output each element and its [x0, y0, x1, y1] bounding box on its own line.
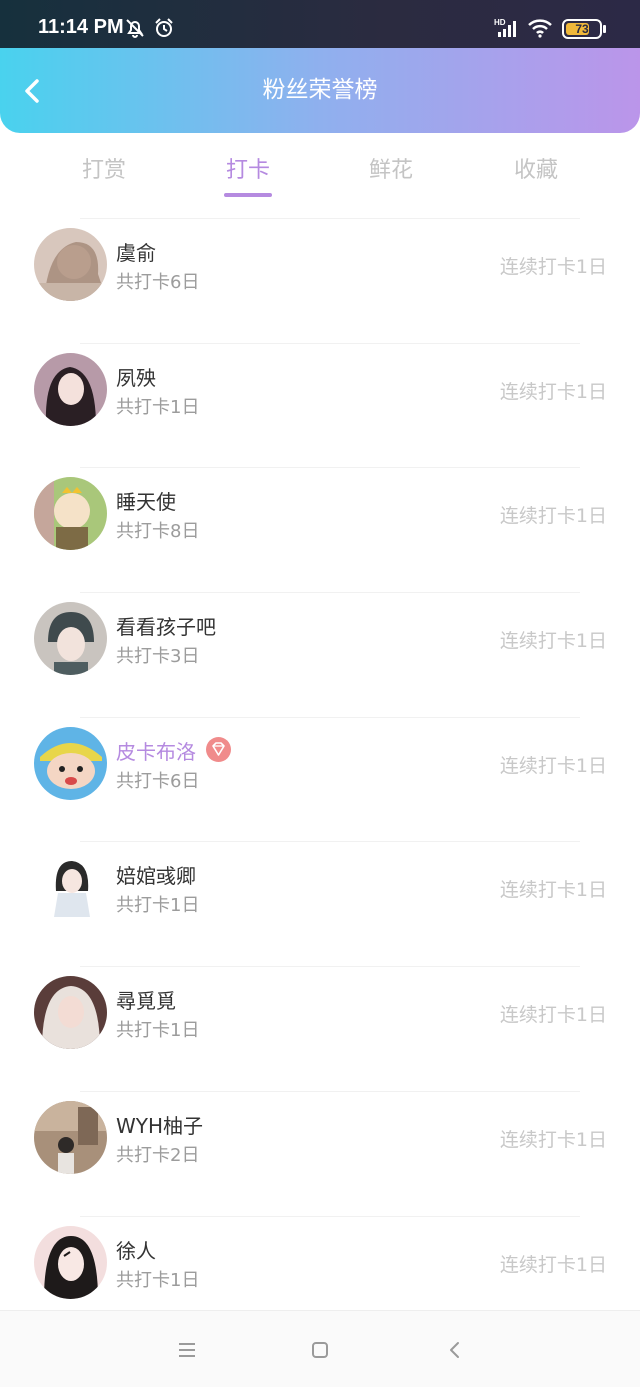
tab-favorites[interactable]: 收藏 — [486, 152, 586, 184]
user-name: 尋覓覓 — [116, 989, 176, 1014]
back-triangle-icon[interactable] — [444, 1339, 466, 1361]
streak-checkins: 连续打卡1日 — [499, 1128, 607, 1151]
list-item[interactable]: 尋覓覓 共打卡1日 连续打卡1日 — [0, 966, 640, 1091]
list-item[interactable]: 虞俞 共打卡6日 连续打卡1日 — [0, 218, 640, 343]
system-nav-bar — [0, 1310, 640, 1387]
active-tab-indicator — [224, 193, 272, 197]
fan-list: 虞俞 共打卡6日 连续打卡1日 夙殃 共打卡1日 连续打卡1日 睡天使 共打卡8… — [0, 218, 640, 1340]
user-name: 徐人 — [116, 1238, 156, 1263]
streak-checkins: 连续打卡1日 — [499, 879, 607, 902]
total-checkins: 共打卡1日 — [116, 396, 200, 418]
battery-text: 73 — [575, 22, 589, 36]
row-divider — [80, 966, 580, 968]
avatar[interactable] — [34, 602, 107, 676]
alarm-icon — [155, 18, 173, 37]
avatar[interactable] — [34, 1100, 107, 1174]
user-name: 虞俞 — [116, 241, 156, 265]
tab-checkin[interactable]: 打卡 — [198, 152, 298, 184]
row-divider — [80, 218, 580, 219]
signal-hd-icon: HD — [494, 18, 516, 37]
avatar[interactable] — [34, 976, 107, 1050]
battery-nub — [603, 25, 606, 33]
tab-flowers[interactable]: 鲜花 — [341, 152, 441, 184]
wifi-icon — [528, 19, 552, 38]
avatar[interactable] — [34, 726, 107, 800]
page-title: 粉丝荣誉榜 — [262, 77, 378, 103]
streak-checkins: 连续打卡1日 — [499, 1004, 607, 1027]
streak-checkins: 连续打卡1日 — [499, 505, 607, 528]
total-checkins: 共打卡6日 — [116, 272, 200, 293]
total-checkins: 共打卡1日 — [116, 1020, 200, 1042]
battery-icon: 73 — [562, 19, 602, 39]
total-checkins: 共打卡1日 — [116, 895, 200, 917]
row-divider — [80, 592, 580, 594]
tab-bar: 打赏 打卡 鲜花 收藏 — [0, 140, 640, 202]
streak-checkins: 连续打卡1日 — [499, 256, 607, 278]
user-name: 睡天使 — [116, 490, 176, 515]
streak-checkins: 连续打卡1日 — [499, 380, 607, 403]
avatar[interactable] — [34, 352, 107, 426]
avatar[interactable] — [34, 477, 107, 551]
list-item[interactable]: 睡天使 共打卡8日 连续打卡1日 — [0, 467, 640, 592]
row-divider — [80, 342, 580, 344]
page-header: 粉丝荣誉榜 — [0, 48, 640, 133]
row-divider — [80, 467, 580, 469]
total-checkins: 共打卡2日 — [116, 1144, 200, 1166]
status-bar: 11:14 PM HD 73 — [0, 0, 640, 48]
tab-reward[interactable]: 打赏 — [54, 152, 154, 184]
total-checkins: 共打卡3日 — [116, 646, 200, 668]
user-name: 夙殃 — [116, 365, 156, 390]
user-name: 婄婠彧卿 — [116, 864, 196, 889]
diamond-icon — [206, 736, 231, 762]
list-item[interactable]: 看看孩子吧 共打卡3日 连续打卡1日 — [0, 592, 640, 717]
list-item[interactable]: 婄婠彧卿 共打卡1日 连续打卡1日 — [0, 841, 640, 966]
row-divider — [80, 841, 580, 843]
list-item[interactable]: 皮卡布洛 共打卡6日 连续打卡1日 — [0, 716, 640, 842]
row-divider — [80, 1090, 580, 1092]
avatar[interactable] — [34, 228, 107, 301]
streak-checkins: 连续打卡1日 — [499, 630, 607, 653]
home-square-icon[interactable] — [309, 1339, 331, 1361]
user-name: 看看孩子吧 — [116, 615, 216, 640]
total-checkins: 共打卡6日 — [116, 770, 200, 792]
user-name: WYH柚子 — [116, 1113, 204, 1138]
app-screen: 11:14 PM HD 73 粉丝荣誉榜 打赏 打卡 鲜花 收藏 虞俞 共打卡6… — [0, 0, 640, 1387]
row-divider — [80, 1215, 580, 1217]
status-time: 11:14 PM — [38, 16, 124, 38]
svg-text:HD: HD — [494, 18, 506, 27]
total-checkins: 共打卡1日 — [116, 1269, 200, 1291]
avatar[interactable] — [34, 851, 107, 925]
streak-checkins: 连续打卡1日 — [499, 1253, 607, 1276]
menu-icon[interactable] — [176, 1339, 198, 1361]
list-item[interactable]: WYH柚子 共打卡2日 连续打卡1日 — [0, 1090, 640, 1216]
row-divider — [80, 716, 580, 718]
mute-bell-icon — [126, 19, 144, 38]
total-checkins: 共打卡8日 — [116, 521, 200, 543]
streak-checkins: 连续打卡1日 — [499, 754, 607, 777]
avatar[interactable] — [34, 1225, 107, 1299]
list-item[interactable]: 夙殃 共打卡1日 连续打卡1日 — [0, 342, 640, 468]
user-name: 皮卡布洛 — [116, 739, 196, 764]
